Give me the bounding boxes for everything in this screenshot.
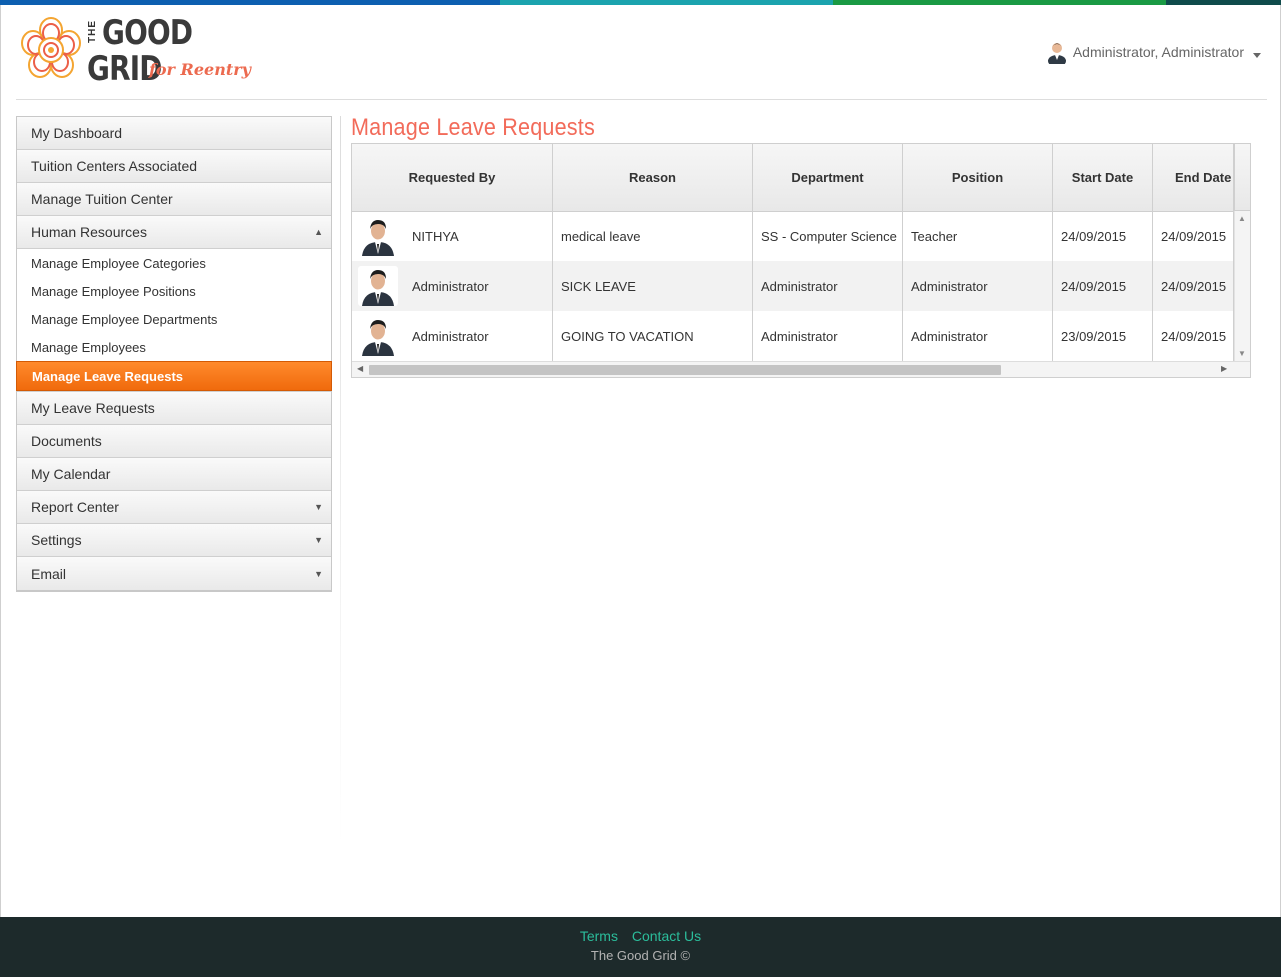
logo-tagline: for Reentry bbox=[149, 60, 251, 79]
contact-us-link[interactable]: Contact Us bbox=[632, 928, 701, 944]
requested-by-name: NITHYA bbox=[412, 228, 459, 244]
sidebar-item-my-dashboard[interactable]: My Dashboard bbox=[17, 117, 331, 150]
sidebar-item-settings[interactable]: Settings ▼ bbox=[17, 524, 331, 557]
grid-body: NITHYA medical leave SS - Computer Scien… bbox=[352, 211, 1234, 361]
sidebar-item-email[interactable]: Email ▼ bbox=[17, 557, 331, 590]
cell-reason: SICK LEAVE bbox=[553, 261, 753, 311]
chevron-up-icon: ▲ bbox=[314, 227, 323, 237]
cell-department: Administrator bbox=[753, 311, 903, 361]
sidebar-item-manage-tuition-center[interactable]: Manage Tuition Center bbox=[17, 183, 331, 216]
grid-header-corner bbox=[1234, 144, 1250, 211]
cell-department: SS - Computer Science bbox=[753, 211, 903, 261]
vertical-scrollbar[interactable]: ▲ ▼ bbox=[1234, 211, 1250, 361]
sidebar-subitem-manage-leave-requests[interactable]: Manage Leave Requests bbox=[16, 361, 332, 391]
cell-department: Administrator bbox=[753, 261, 903, 311]
sidebar-item-human-resources[interactable]: Human Resources ▲ bbox=[17, 216, 331, 249]
chevron-down-icon: ▼ bbox=[314, 568, 323, 579]
footer-links: Terms Contact Us bbox=[0, 928, 1281, 944]
requested-by-name: Administrator bbox=[412, 278, 489, 294]
logo-the-text: THE bbox=[87, 20, 98, 43]
column-header-reason[interactable]: Reason bbox=[553, 144, 753, 211]
cell-start-date: 23/09/2015 bbox=[1053, 311, 1153, 361]
horizontal-scrollbar[interactable]: ◀ ▶ bbox=[352, 361, 1250, 377]
chevron-down-icon bbox=[1253, 52, 1261, 58]
cell-requested-by: Administrator bbox=[352, 311, 553, 361]
employee-avatar-icon bbox=[362, 220, 394, 256]
sidebar-item-label: My Calendar bbox=[31, 466, 111, 482]
column-header-requested-by[interactable]: Requested By bbox=[352, 144, 553, 211]
table-row[interactable]: Administrator GOING TO VACATION Administ… bbox=[352, 311, 1234, 361]
frame-left-border bbox=[0, 5, 1, 917]
logo[interactable]: THE GOOD GRID for Reentry bbox=[16, 12, 251, 88]
footer: Terms Contact Us The Good Grid © bbox=[0, 917, 1281, 977]
chevron-down-icon: ▼ bbox=[314, 535, 323, 545]
cell-start-date: 24/09/2015 bbox=[1053, 211, 1153, 261]
employee-avatar-icon bbox=[358, 266, 398, 306]
column-header-start-date[interactable]: Start Date bbox=[1053, 144, 1153, 211]
column-header-department[interactable]: Department bbox=[753, 144, 903, 211]
cell-reason: medical leave bbox=[553, 211, 753, 261]
sidebar-item-my-calendar[interactable]: My Calendar bbox=[17, 458, 331, 491]
user-avatar-icon bbox=[1047, 43, 1066, 64]
employee-avatar-icon bbox=[362, 320, 394, 356]
cell-position: Administrator bbox=[903, 261, 1053, 311]
table-row[interactable]: NITHYA medical leave SS - Computer Scien… bbox=[352, 211, 1234, 261]
requested-by-name: Administrator bbox=[412, 328, 489, 344]
sidebar-item-label: Settings bbox=[31, 532, 82, 548]
cell-requested-by: Administrator bbox=[352, 261, 553, 311]
column-header-end-date[interactable]: End Date bbox=[1153, 144, 1234, 211]
sidebar-subitem-manage-employee-positions[interactable]: Manage Employee Positions bbox=[17, 277, 331, 305]
scroll-up-icon[interactable]: ▲ bbox=[1238, 214, 1246, 223]
cell-end-date: 24/09/2015 bbox=[1153, 211, 1234, 261]
terms-link[interactable]: Terms bbox=[580, 928, 618, 944]
sidebar-item-tuition-centers-associated[interactable]: Tuition Centers Associated bbox=[17, 150, 331, 183]
sidebar-subitem-manage-employee-departments[interactable]: Manage Employee Departments bbox=[17, 305, 331, 333]
cell-position: Administrator bbox=[903, 311, 1053, 361]
sidebar-item-label: Manage Tuition Center bbox=[31, 191, 173, 207]
cell-requested-by: NITHYA bbox=[352, 211, 553, 261]
sidebar-item-label: My Dashboard bbox=[31, 125, 123, 141]
sidebar-subitem-manage-employees[interactable]: Manage Employees bbox=[17, 333, 331, 361]
scrollbar-thumb[interactable] bbox=[369, 365, 1001, 375]
user-name: Administrator, Administrator bbox=[1072, 44, 1244, 60]
cell-end-date: 24/09/2015 bbox=[1153, 261, 1234, 311]
leave-requests-grid: Requested By Reason Department Position … bbox=[351, 143, 1251, 378]
column-header-position[interactable]: Position bbox=[903, 144, 1053, 211]
header-divider bbox=[16, 99, 1267, 100]
logo-good-text: GOOD bbox=[102, 13, 193, 53]
scroll-down-icon[interactable]: ▼ bbox=[1238, 349, 1246, 358]
cell-end-date: 24/09/2015 bbox=[1153, 311, 1234, 361]
sidebar-item-report-center[interactable]: Report Center ▼ bbox=[17, 491, 331, 524]
scroll-left-icon[interactable]: ◀ bbox=[357, 364, 363, 373]
user-menu[interactable]: Administrator, Administrator bbox=[1047, 40, 1261, 64]
sidebar-divider bbox=[340, 116, 341, 846]
human-resources-submenu: Manage Employee Categories Manage Employ… bbox=[16, 249, 332, 392]
sidebar-nav: My Dashboard Tuition Centers Associated … bbox=[16, 116, 332, 592]
grid-header: Requested By Reason Department Position … bbox=[352, 144, 1234, 212]
sidebar-item-documents[interactable]: Documents bbox=[17, 425, 331, 458]
sidebar-item-label: Documents bbox=[31, 433, 102, 449]
sidebar-item-label: My Leave Requests bbox=[31, 400, 155, 416]
cell-position: Teacher bbox=[903, 211, 1053, 261]
sidebar-item-label: Report Center bbox=[31, 499, 119, 515]
flower-logo-icon bbox=[21, 17, 81, 78]
sidebar-item-label: Tuition Centers Associated bbox=[31, 158, 198, 174]
cell-reason: GOING TO VACATION bbox=[553, 311, 753, 361]
cell-start-date: 24/09/2015 bbox=[1053, 261, 1153, 311]
scroll-right-icon[interactable]: ▶ bbox=[1221, 364, 1227, 373]
footer-copyright: The Good Grid © bbox=[590, 948, 691, 963]
sidebar-item-label: Email bbox=[31, 565, 67, 582]
sidebar-item-my-leave-requests[interactable]: My Leave Requests bbox=[17, 392, 331, 425]
sidebar-item-label: Human Resources bbox=[31, 224, 147, 240]
sidebar-subitem-manage-employee-categories[interactable]: Manage Employee Categories bbox=[17, 249, 331, 277]
page-title: Manage Leave Requests bbox=[351, 114, 595, 141]
top-color-strip bbox=[0, 0, 1281, 5]
table-row[interactable]: Administrator SICK LEAVE Administrator A… bbox=[352, 261, 1234, 311]
chevron-down-icon: ▼ bbox=[314, 502, 323, 512]
